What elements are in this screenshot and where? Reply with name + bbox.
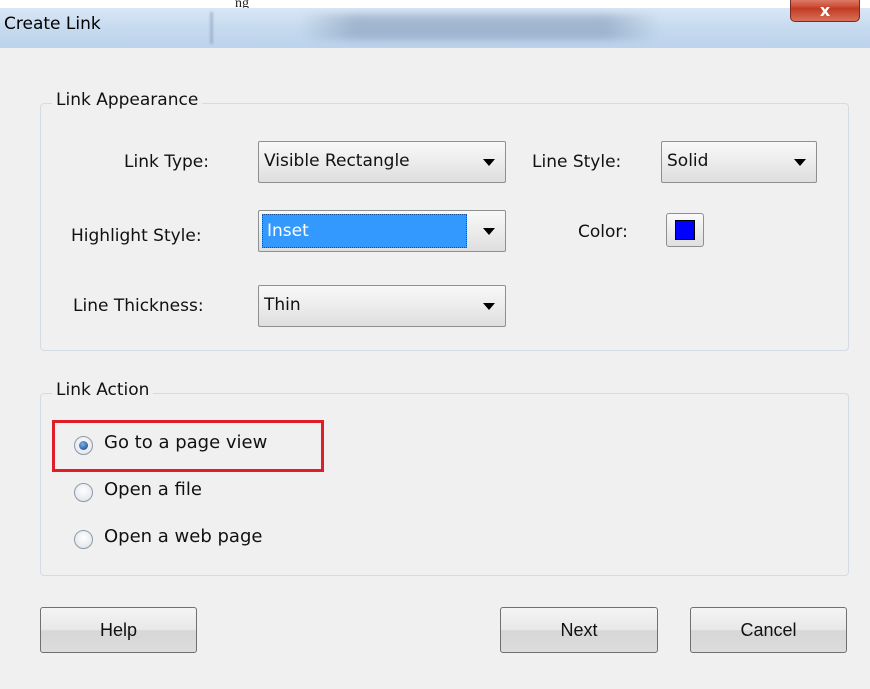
radio-open-a-web-page[interactable]: Open a web page xyxy=(74,526,314,554)
titlebar-background-blur xyxy=(300,14,660,40)
dialog-title: Create Link xyxy=(4,14,101,34)
line-style-value: Solid xyxy=(667,151,709,171)
help-button[interactable]: Help xyxy=(40,607,197,653)
chevron-down-icon[interactable] xyxy=(471,211,505,251)
link-action-legend: Link Action xyxy=(52,380,154,400)
title-bar[interactable]: Create Link xyxy=(0,8,870,48)
line-style-select[interactable]: Solid xyxy=(661,141,817,183)
radio-open-a-file[interactable]: Open a file xyxy=(74,479,314,507)
line-thickness-value: Thin xyxy=(264,295,301,315)
close-icon: x xyxy=(819,1,831,20)
radio-unchecked-icon[interactable] xyxy=(74,483,93,502)
next-button[interactable]: Next xyxy=(500,607,658,653)
chevron-down-icon[interactable] xyxy=(471,286,505,326)
link-type-value: Visible Rectangle xyxy=(264,151,410,171)
link-type-label: Link Type: xyxy=(124,152,209,172)
line-thickness-label: Line Thickness: xyxy=(73,296,204,316)
highlight-style-value: Inset xyxy=(262,214,467,248)
chevron-down-icon[interactable] xyxy=(471,142,505,182)
highlight-style-label: Highlight Style: xyxy=(71,226,202,246)
titlebar-background-blur xyxy=(210,12,213,44)
color-label: Color: xyxy=(578,222,628,242)
radio-checked-icon[interactable] xyxy=(74,436,93,455)
line-style-label: Line Style: xyxy=(532,152,622,172)
line-thickness-select[interactable]: Thin xyxy=(258,285,506,327)
radio-unchecked-icon[interactable] xyxy=(74,530,93,549)
close-button[interactable]: x xyxy=(790,0,860,22)
highlight-style-select[interactable]: Inset xyxy=(258,210,506,252)
radio-label: Open a file xyxy=(104,479,202,500)
link-appearance-legend: Link Appearance xyxy=(52,90,203,110)
link-type-select[interactable]: Visible Rectangle xyxy=(258,141,506,183)
radio-go-to-page-view[interactable]: Go to a page view xyxy=(74,432,314,460)
radio-label: Open a web page xyxy=(104,526,263,547)
color-picker-button[interactable] xyxy=(666,213,704,247)
cancel-button[interactable]: Cancel xyxy=(690,607,847,653)
chevron-down-icon[interactable] xyxy=(782,142,816,182)
color-swatch xyxy=(675,220,695,240)
radio-label: Go to a page view xyxy=(104,432,268,453)
